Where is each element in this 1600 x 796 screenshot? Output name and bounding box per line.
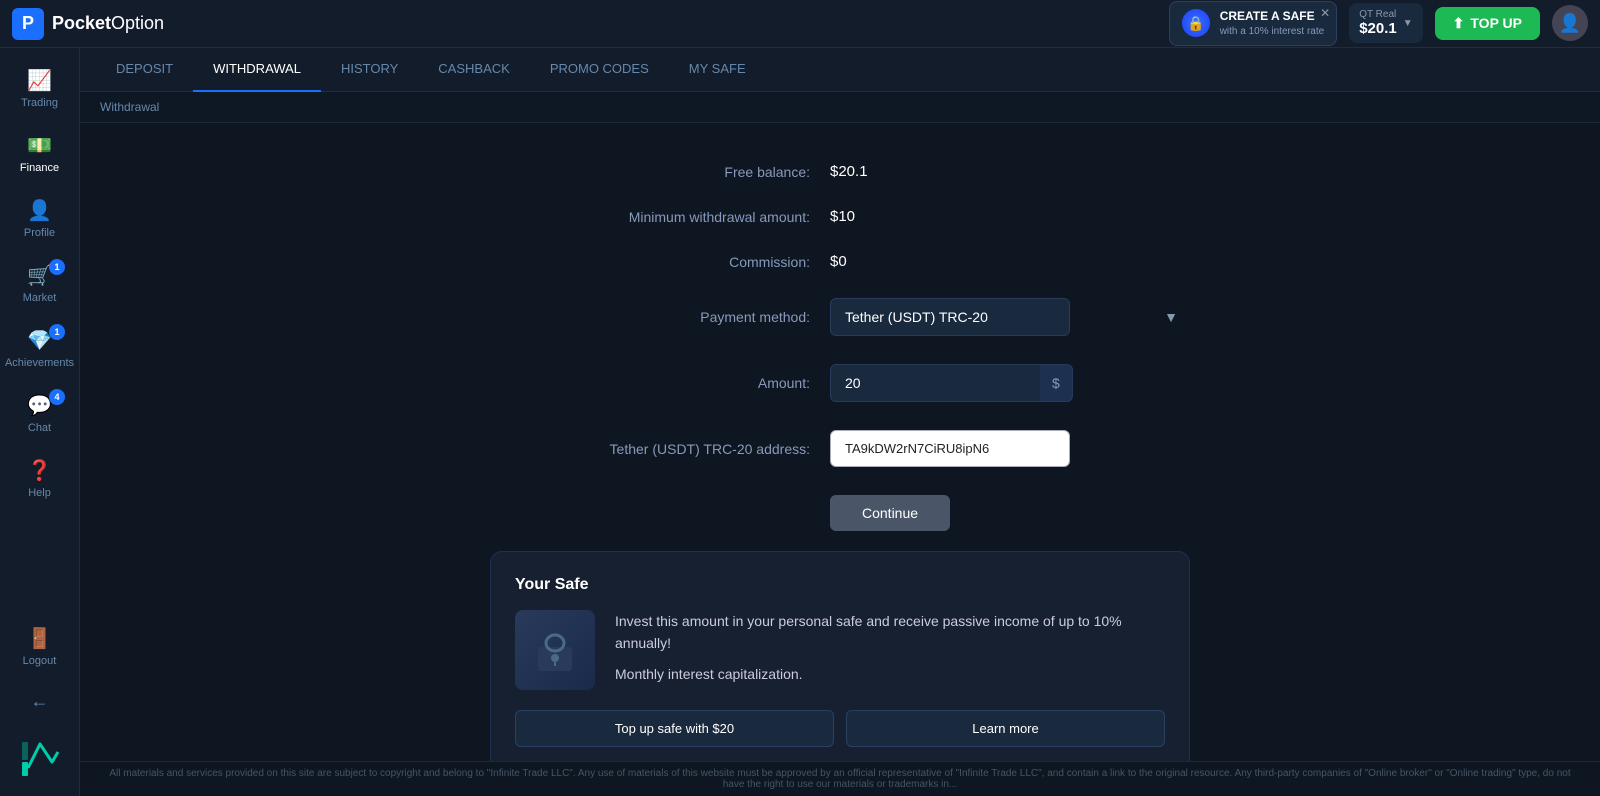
safe-card-text: Invest this amount in your personal safe… [615, 610, 1165, 685]
sidebar-item-market[interactable]: 1 🛒 Market [0, 253, 79, 314]
payment-method-label: Payment method: [490, 309, 830, 325]
sidebar-item-chat[interactable]: 4 💬 Chat [0, 383, 79, 444]
sidebar-item-finance-label: Finance [20, 162, 59, 174]
top-up-safe-button[interactable]: Top up safe with $20 [515, 710, 834, 747]
tab-history[interactable]: HISTORY [321, 48, 418, 92]
safe-banner-text: CREATE A SAFE with a 10% interest rate [1220, 8, 1325, 39]
content-area: DEPOSIT WITHDRAWAL HISTORY CASHBACK PROM… [80, 48, 1600, 796]
payment-method-select[interactable]: Tether (USDT) TRC-20 Bitcoin Ethereum [830, 298, 1070, 336]
select-arrow-icon: ▼ [1164, 309, 1178, 325]
form-section: Free balance: $20.1 Minimum withdrawal a… [490, 163, 1190, 761]
bottom-logo [10, 726, 70, 786]
sidebar-item-help[interactable]: ❓ Help [0, 448, 79, 509]
sidebar-item-trading-label: Trading [21, 97, 58, 109]
min-withdrawal-row: Minimum withdrawal amount: $10 [490, 208, 1190, 225]
amount-input-wrapper: $ [830, 364, 1050, 402]
back-arrow-icon: ← [31, 691, 49, 712]
sidebar-item-market-label: Market [23, 292, 57, 304]
safe-card-image [515, 610, 595, 690]
commission-value: $0 [830, 253, 847, 270]
amount-label: Amount: [490, 375, 830, 391]
tab-cashback[interactable]: CASHBACK [418, 48, 530, 92]
commission-row: Commission: $0 [490, 253, 1190, 270]
achievements-badge: 1 [49, 324, 65, 340]
payment-method-row: Payment method: Tether (USDT) TRC-20 Bit… [490, 298, 1190, 336]
sidebar-item-logout[interactable]: 🚪 Logout [0, 616, 79, 677]
sidebar-item-profile[interactable]: 👤 Profile [0, 188, 79, 249]
commission-label: Commission: [490, 254, 830, 270]
min-withdrawal-label: Minimum withdrawal amount: [490, 209, 830, 225]
amount-suffix: $ [1040, 364, 1073, 402]
sidebar-item-profile-label: Profile [24, 227, 55, 239]
brand-logo-icon [18, 734, 62, 778]
amount-input[interactable] [830, 364, 1040, 402]
address-input[interactable] [830, 430, 1070, 467]
finance-icon: 💵 [27, 133, 52, 158]
header: P PocketOption 🔒 CREATE A SAFE with a 10… [0, 0, 1600, 48]
sidebar-item-achievements-label: Achievements [5, 357, 74, 369]
sidebar-item-logout-label: Logout [23, 655, 57, 667]
logo-text: PocketOption [52, 13, 164, 34]
safe-banner-close-icon[interactable]: ✕ [1320, 6, 1330, 20]
tab-my-safe[interactable]: MY SAFE [669, 48, 766, 92]
balance-widget: QT Real $20.1 ▼ [1349, 3, 1422, 43]
market-badge: 1 [49, 259, 65, 275]
footer: All materials and services provided on t… [80, 761, 1600, 796]
sidebar-item-help-label: Help [28, 487, 51, 499]
tabs-bar: DEPOSIT WITHDRAWAL HISTORY CASHBACK PROM… [80, 48, 1600, 92]
free-balance-label: Free balance: [490, 164, 830, 180]
sidebar-item-achievements[interactable]: 1 💎 Achievements [0, 318, 79, 379]
sidebar-item-finance[interactable]: 💵 Finance [0, 123, 79, 184]
trading-icon: 📈 [27, 68, 52, 93]
chat-badge: 4 [49, 389, 65, 405]
topup-button[interactable]: ⬆ TOP UP [1435, 7, 1540, 40]
safe-card-body: Invest this amount in your personal safe… [515, 610, 1165, 690]
tab-deposit[interactable]: DEPOSIT [96, 48, 193, 92]
profile-icon: 👤 [27, 198, 52, 223]
balance-label: QT Real [1359, 9, 1397, 20]
amount-row: Amount: $ [490, 364, 1190, 402]
safe-image-icon [530, 625, 580, 675]
continue-button[interactable]: Continue [830, 495, 950, 531]
safe-card: Your Safe Invest this a [490, 551, 1190, 761]
sidebar: 📈 Trading 💵 Finance 👤 Profile 1 🛒 Market… [0, 48, 80, 796]
address-label: Tether (USDT) TRC-20 address: [490, 441, 830, 457]
help-icon: ❓ [27, 458, 52, 483]
withdrawal-content: Free balance: $20.1 Minimum withdrawal a… [80, 123, 1600, 761]
tab-withdrawal[interactable]: WITHDRAWAL [193, 48, 321, 92]
logo-icon: P [12, 8, 44, 40]
footer-text: All materials and services provided on t… [109, 768, 1570, 790]
balance-dropdown-icon[interactable]: ▼ [1403, 18, 1413, 29]
min-withdrawal-value: $10 [830, 208, 855, 225]
free-balance-value: $20.1 [830, 163, 868, 180]
topup-icon: ⬆ [1453, 15, 1465, 32]
address-row: Tether (USDT) TRC-20 address: [490, 430, 1190, 467]
safe-card-actions: Top up safe with $20 Learn more [515, 710, 1165, 747]
logout-icon: 🚪 [27, 626, 52, 651]
learn-more-button[interactable]: Learn more [846, 710, 1165, 747]
safe-card-title: Your Safe [515, 576, 1165, 594]
payment-method-wrapper: Tether (USDT) TRC-20 Bitcoin Ethereum ▼ [830, 298, 1190, 336]
free-balance-row: Free balance: $20.1 [490, 163, 1190, 180]
balance-amount: $20.1 [1359, 20, 1397, 37]
header-right: 🔒 CREATE A SAFE with a 10% interest rate… [1169, 1, 1588, 46]
sidebar-item-chat-label: Chat [28, 422, 51, 434]
main-layout: 📈 Trading 💵 Finance 👤 Profile 1 🛒 Market… [0, 48, 1600, 796]
safe-icon: 🔒 [1182, 9, 1210, 37]
tab-promo-codes[interactable]: PROMO CODES [530, 48, 669, 92]
header-left: P PocketOption [12, 8, 164, 40]
sidebar-item-trading[interactable]: 📈 Trading [0, 58, 79, 119]
avatar[interactable]: 👤 [1552, 5, 1588, 41]
safe-banner[interactable]: 🔒 CREATE A SAFE with a 10% interest rate… [1169, 1, 1338, 46]
sidebar-item-back[interactable]: ← [0, 681, 79, 722]
breadcrumb: Withdrawal [80, 92, 1600, 123]
